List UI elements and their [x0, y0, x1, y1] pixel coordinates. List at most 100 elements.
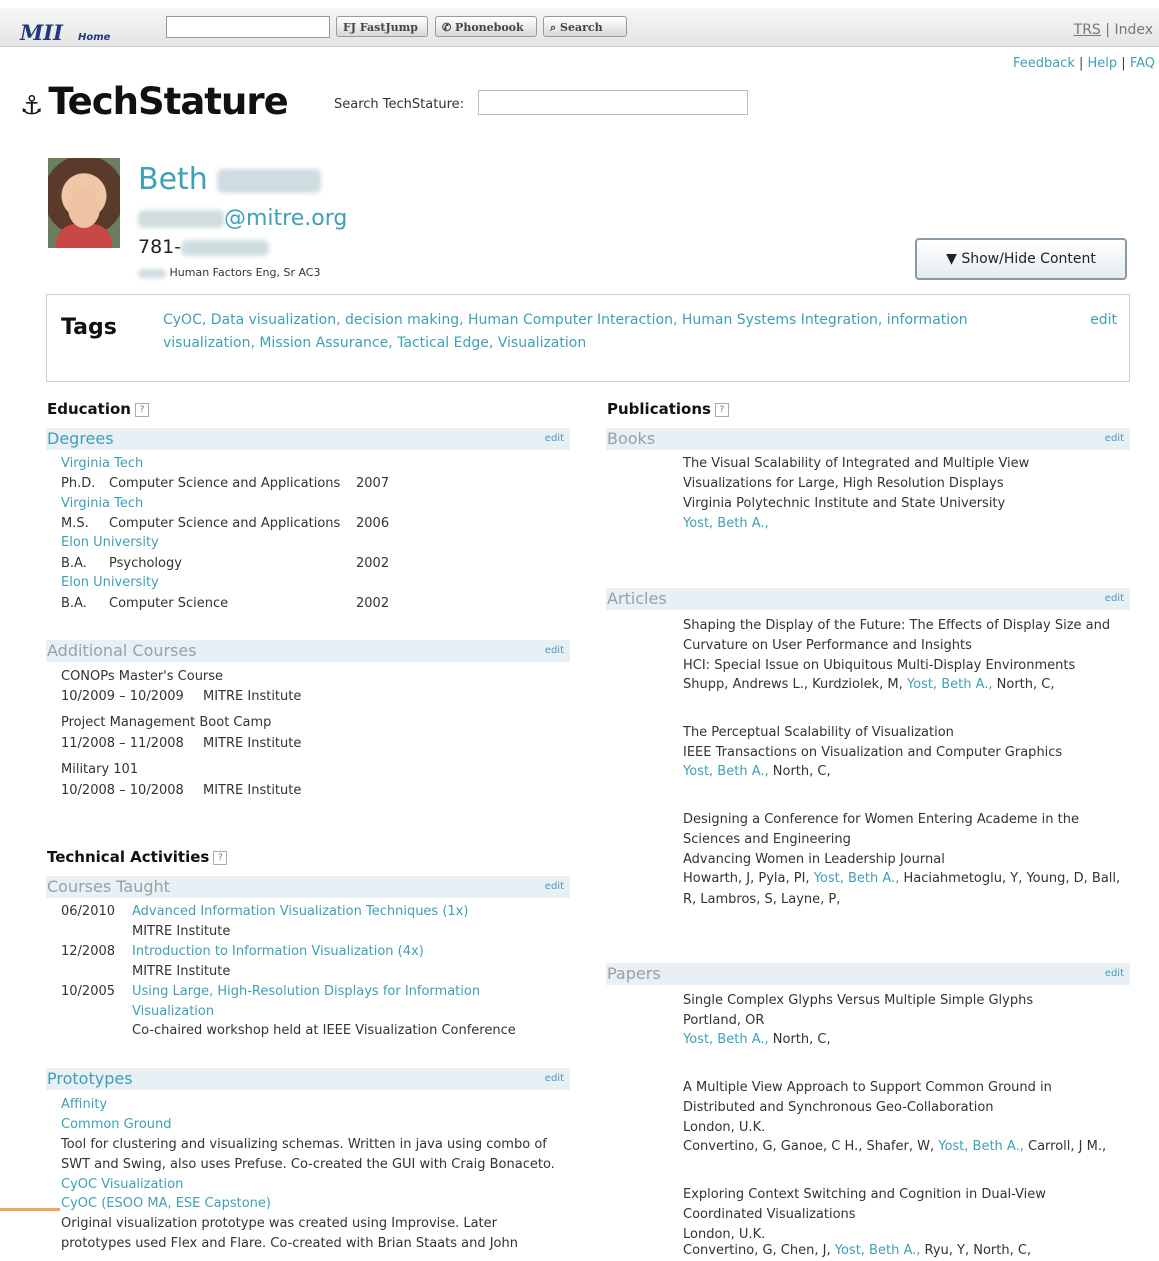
author-self-link[interactable]: Yost, Beth A.,	[938, 1139, 1024, 1154]
additional-courses-subheader: Additional Courses edit	[46, 640, 570, 662]
technical-activities-title: Technical Activities	[47, 848, 210, 866]
authors-text: North, C,	[996, 677, 1055, 692]
index-link[interactable]: Index	[1114, 22, 1153, 38]
degree-school[interactable]: Elon University	[61, 575, 159, 590]
article-authors-cont: R, Lambros, S, Layne, P,	[683, 892, 841, 907]
prototype-affinity[interactable]: Affinity	[61, 1097, 107, 1112]
degree-year: 2007	[356, 476, 390, 491]
fastjump-button[interactable]: FJ FastJump	[336, 16, 428, 37]
books-edit-link[interactable]: edit	[1105, 433, 1124, 444]
paper-title: Single Complex Glyphs Versus Multiple Si…	[683, 993, 1034, 1008]
course-dates: 10/2009 – 10/2009	[61, 689, 184, 704]
degree-field: Computer Science	[109, 596, 229, 611]
authors-text: North, C,	[772, 1032, 831, 1047]
prototypes-subheader: Prototypes edit	[46, 1068, 570, 1090]
prototype-description: Tool for clustering and visualizing sche…	[61, 1137, 547, 1152]
techstature-logo[interactable]: ⚓ TechStature	[20, 80, 289, 123]
job-title: Human Factors Eng, Sr AC3	[169, 266, 321, 279]
prototypes-edit-link[interactable]: edit	[545, 1073, 564, 1084]
redacted-dept	[138, 268, 166, 278]
separator: |	[1074, 56, 1088, 71]
authors-text: Shupp, Andrews L., Kurdziolek, M,	[683, 677, 903, 692]
tags-list[interactable]: CyOC, Data visualization, decision makin…	[163, 309, 1013, 355]
degree-field: Computer Science and Applications	[109, 516, 341, 531]
tags-edit-link[interactable]: edit	[1090, 312, 1117, 328]
first-name: Beth	[138, 162, 208, 197]
trs-link[interactable]: TRS	[1074, 22, 1101, 38]
search-techstature-input[interactable]	[478, 90, 748, 115]
help-icon[interactable]: ?	[213, 850, 228, 865]
degree-field: Psychology	[109, 556, 182, 571]
taught-title[interactable]: Introduction to Information Visualizatio…	[132, 944, 424, 959]
prototype-common-ground[interactable]: Common Ground	[61, 1117, 172, 1132]
article-venue: IEEE Transactions on Visualization and C…	[683, 745, 1063, 760]
help-link[interactable]: Help	[1088, 56, 1118, 71]
search-button[interactable]: ⌕ Search	[543, 16, 627, 37]
mii-home-link[interactable]: Home	[78, 32, 110, 43]
books-label: Books	[607, 429, 656, 448]
articles-subheader: Articles edit	[606, 588, 1130, 610]
author-self-link[interactable]: Yost, Beth A.,	[683, 1032, 769, 1047]
faq-link[interactable]: FAQ	[1130, 56, 1155, 71]
author-self-link[interactable]: Yost, Beth A.,	[907, 677, 993, 692]
redacted-surname	[217, 168, 322, 193]
articles-edit-link[interactable]: edit	[1105, 593, 1124, 604]
article-title: The Perceptual Scalability of Visualizat…	[683, 725, 954, 740]
degrees-subheader: Degrees edit	[46, 428, 570, 450]
taught-title[interactable]: Advanced Information Visualization Techn…	[132, 904, 468, 919]
tags-panel: Tags CyOC, Data visualization, decision …	[46, 294, 1130, 382]
search-label: Search	[560, 21, 603, 34]
degree-type: B.A.	[61, 556, 87, 571]
utility-links: Feedback | Help | FAQ	[1013, 56, 1155, 71]
article-authors: Yost, Beth A., North, C,	[683, 762, 831, 782]
degree-school[interactable]: Virginia Tech	[61, 496, 143, 511]
person-email[interactable]: @mitre.org	[138, 206, 347, 231]
taught-org: Co-chaired workshop held at IEEE Visuali…	[132, 1023, 516, 1038]
article-authors: Shupp, Andrews L., Kurdziolek, M, Yost, …	[683, 675, 1055, 695]
prototype-cyoc-capstone[interactable]: CyOC (ESOO MA, ESE Capstone)	[61, 1196, 271, 1211]
prototype-description: SWT and Swing, also uses Prefuse. Co-cre…	[61, 1157, 555, 1172]
degrees-edit-link[interactable]: edit	[545, 433, 564, 444]
techstature-emblem-icon: ⚓	[20, 91, 43, 121]
taught-edit-link[interactable]: edit	[545, 881, 564, 892]
course-org: MITRE Institute	[203, 783, 302, 798]
top-search-input[interactable]	[166, 16, 330, 38]
authors-text: North, C,	[772, 764, 831, 779]
mii-logo[interactable]: MII	[20, 20, 63, 45]
degree-type: M.S.	[61, 516, 89, 531]
redacted-phone	[181, 239, 270, 256]
taught-title[interactable]: Using Large, High-Resolution Displays fo…	[132, 984, 480, 999]
taught-date: 12/2008	[61, 944, 116, 959]
taught-date: 06/2010	[61, 904, 116, 919]
article-title: Designing a Conference for Women Enterin…	[683, 812, 1079, 827]
book-author[interactable]: Yost, Beth A.,	[683, 516, 769, 531]
paper-authors: Yost, Beth A., North, C,	[683, 1030, 831, 1050]
paper-title-cont: Distributed and Synchronous Geo-Collabor…	[683, 1100, 994, 1115]
paper-authors: Convertino, G, Ganoe, C H., Shafer, W, Y…	[683, 1137, 1106, 1157]
papers-edit-link[interactable]: edit	[1105, 968, 1124, 979]
paper-location: Portland, OR	[683, 1013, 765, 1028]
degrees-label: Degrees	[47, 429, 114, 448]
feedback-link[interactable]: Feedback	[1013, 56, 1075, 71]
phonebook-button[interactable]: ✆ Phonebook	[435, 16, 537, 37]
person-name: Beth	[138, 162, 322, 197]
article-title: Shaping the Display of the Future: The E…	[683, 618, 1111, 633]
search-icon: ⌕	[550, 21, 560, 34]
article-venue: Advancing Women in Leadership Journal	[683, 852, 945, 867]
courses-edit-link[interactable]: edit	[545, 645, 564, 656]
show-hide-content-button[interactable]: ▼ Show/Hide Content	[915, 238, 1127, 280]
taught-title-cont[interactable]: Visualization	[132, 1004, 214, 1019]
prototype-cyoc-visualization[interactable]: CyOC Visualization	[61, 1177, 183, 1192]
author-self-link[interactable]: Yost, Beth A.,	[835, 1243, 921, 1258]
help-icon[interactable]: ?	[714, 402, 729, 417]
degree-field: Computer Science and Applications	[109, 476, 341, 491]
paper-location: London, U.K.	[683, 1227, 766, 1242]
author-self-link[interactable]: Yost, Beth A.,	[683, 764, 769, 779]
author-self-link[interactable]: Yost, Beth A.,	[814, 871, 900, 886]
degree-school[interactable]: Virginia Tech	[61, 456, 143, 471]
paper-location: London, U.K.	[683, 1120, 766, 1135]
paper-title: Exploring Context Switching and Cognitio…	[683, 1187, 1046, 1202]
help-icon[interactable]: ?	[134, 402, 149, 417]
degree-school[interactable]: Elon University	[61, 535, 159, 550]
book-publisher: Virginia Polytechnic Institute and State…	[683, 496, 1006, 511]
